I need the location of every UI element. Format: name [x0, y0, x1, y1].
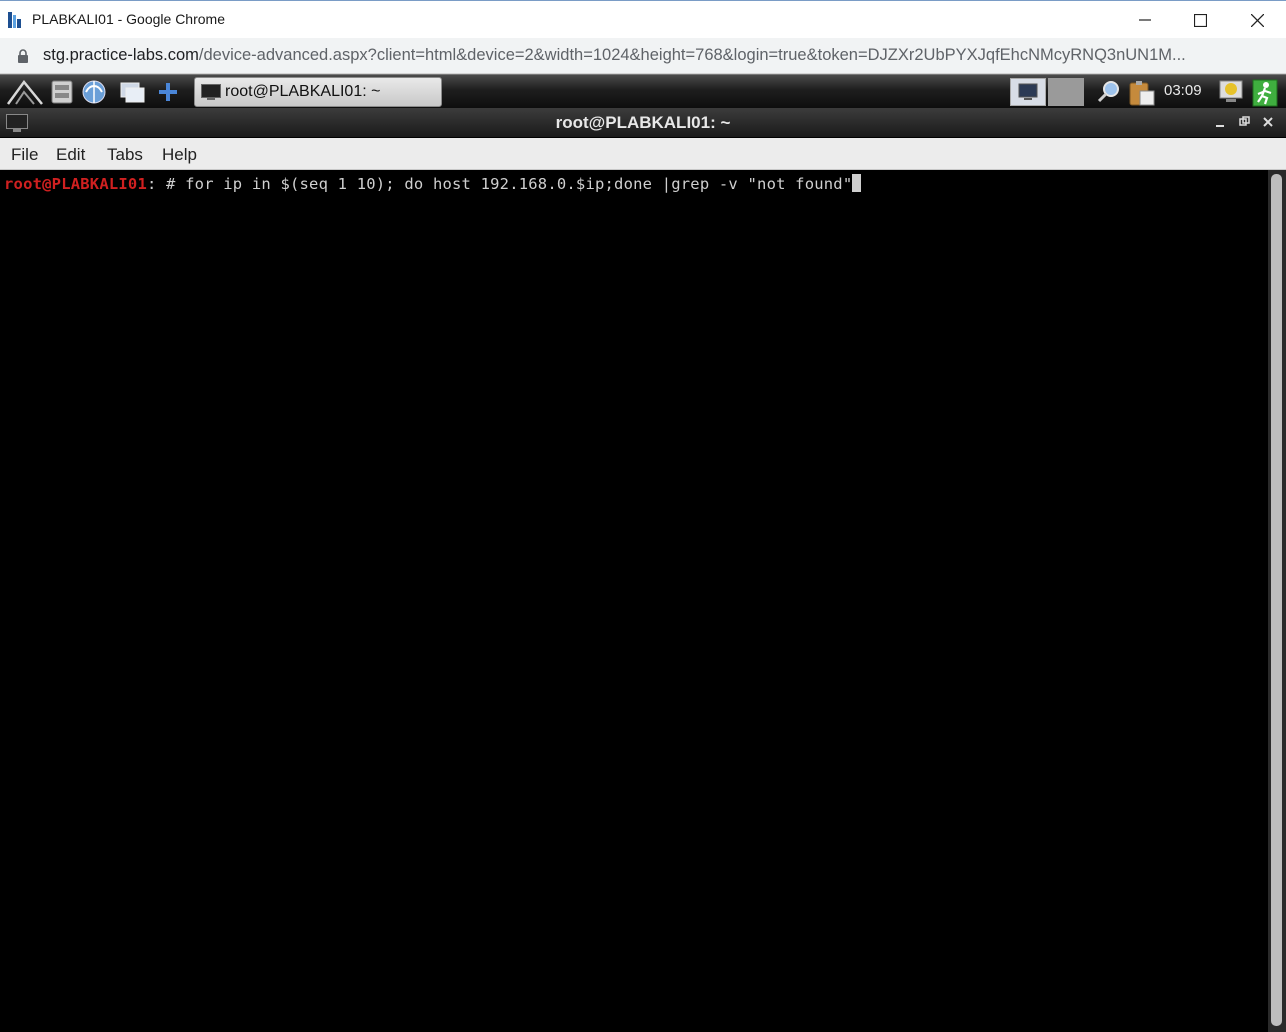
- menu-help[interactable]: Help: [162, 145, 197, 165]
- terminal-title: root@PLABKALI01: ~: [555, 113, 731, 132]
- monitor-icon: [1018, 83, 1038, 100]
- add-icon[interactable]: [157, 79, 183, 105]
- desktop-panel: root@PLABKALI01: ~ 03:09: [0, 74, 1286, 108]
- terminal-maximize-icon[interactable]: [1236, 114, 1252, 130]
- url-text[interactable]: stg.practice-labs.com/device-advanced.as…: [43, 46, 1268, 65]
- minimize-button[interactable]: [1117, 1, 1173, 39]
- terminal-icon: [201, 84, 221, 105]
- taskbar-terminal-label: root@PLABKALI01: ~: [225, 83, 381, 100]
- url-path: /device-advanced.aspx?client=html&device…: [198, 46, 1186, 64]
- search-icon[interactable]: [1096, 79, 1122, 105]
- url-host: stg.practice-labs.com: [43, 46, 199, 64]
- command-text: for ip in $(seq 1 10); do host 192.168.0…: [185, 175, 853, 193]
- window-title: PLABKALI01 - Google Chrome: [32, 11, 225, 27]
- browser-title-bar: PLABKALI01 - Google Chrome: [0, 0, 1286, 38]
- desktop-switch-icon[interactable]: [119, 79, 145, 105]
- minimize-icon: [1139, 19, 1151, 21]
- close-button[interactable]: [1229, 1, 1285, 39]
- command-line: root@PLABKALI01: # for ip in $(seq 1 10)…: [4, 174, 862, 193]
- terminal-title-bar[interactable]: root@PLABKALI01: ~: [0, 108, 1286, 138]
- scrollbar-thumb[interactable]: [1271, 174, 1282, 1026]
- prompt-suffix: : #: [146, 175, 186, 193]
- clipboard-icon[interactable]: [1127, 79, 1155, 106]
- clock: 03:09: [1164, 82, 1202, 99]
- menu-tabs[interactable]: Tabs: [107, 145, 143, 165]
- terminal-minimize-icon[interactable]: [1212, 114, 1228, 130]
- maximize-icon: [1193, 13, 1207, 27]
- terminal-body[interactable]: root@PLABKALI01: # for ip in $(seq 1 10)…: [0, 170, 1268, 1032]
- menu-file[interactable]: File: [11, 145, 38, 165]
- maximize-button[interactable]: [1172, 1, 1228, 39]
- update-notifier-icon[interactable]: [1218, 79, 1244, 105]
- site-logo-icon: [7, 10, 23, 30]
- file-manager-icon[interactable]: [50, 79, 76, 105]
- logout-icon[interactable]: [1252, 79, 1278, 107]
- terminal-scrollbar[interactable]: [1268, 170, 1286, 1032]
- kali-menu-icon[interactable]: [6, 78, 43, 105]
- terminal-close-icon[interactable]: [1260, 114, 1276, 130]
- workspace-2[interactable]: [1048, 78, 1084, 106]
- browser-icon[interactable]: [81, 79, 107, 105]
- remote-desktop[interactable]: root@PLABKALI01: ~ 03:09 root@PLABKALI01…: [0, 74, 1286, 1032]
- terminal-menubar: File Edit Tabs Help: [0, 138, 1286, 170]
- taskbar-terminal-button[interactable]: root@PLABKALI01: ~: [194, 77, 442, 107]
- address-bar[interactable]: stg.practice-labs.com/device-advanced.as…: [0, 38, 1286, 74]
- menu-edit[interactable]: Edit: [56, 145, 85, 165]
- close-icon: [1250, 13, 1264, 27]
- text-cursor: [852, 174, 862, 192]
- lock-icon: [17, 49, 29, 68]
- prompt-user: root@PLABKALI01: [4, 175, 147, 193]
- workspace-1[interactable]: [1010, 78, 1046, 106]
